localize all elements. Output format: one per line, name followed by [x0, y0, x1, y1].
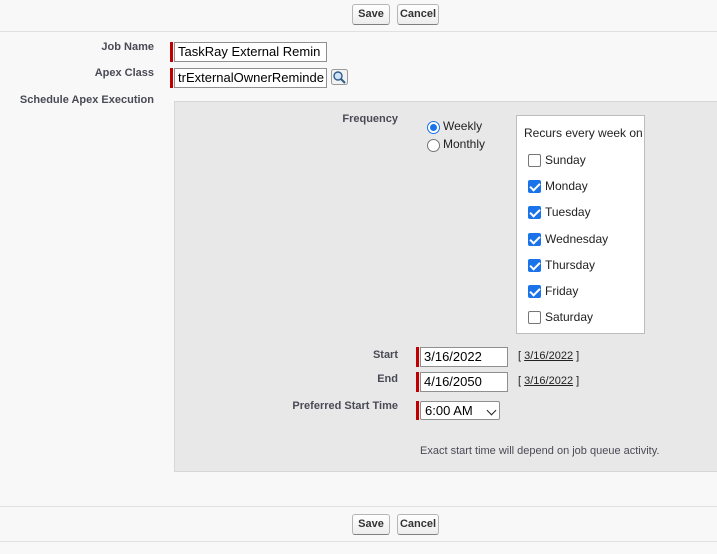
top-cancel-button[interactable]: Cancel	[397, 4, 439, 25]
frequency-weekly-label: Weekly	[443, 119, 483, 133]
frequency-weekly-radio[interactable]	[427, 121, 440, 134]
saturday-label: Saturday	[545, 310, 594, 324]
job-queue-note: Exact start time will depend on job queu…	[420, 445, 660, 457]
frequency-monthly-label: Monthly	[443, 137, 486, 151]
apex-class-required-indicator	[170, 68, 173, 88]
preferred-start-time-label: Preferred Start Time	[292, 400, 398, 412]
bottom-divider	[0, 506, 717, 507]
schedule-apex-execution-label: Schedule Apex Execution	[19, 94, 154, 106]
bottom-cancel-button[interactable]: Cancel	[397, 514, 439, 535]
start-today-link-wrapper: [ 3/16/2022 ]	[518, 350, 580, 362]
recurs-title: Recurs every week on	[524, 126, 643, 140]
frequency-monthly-radio[interactable]	[427, 139, 440, 152]
job-name-required-indicator	[170, 42, 173, 62]
chevron-down-icon	[486, 405, 497, 416]
start-required-indicator	[416, 347, 419, 367]
job-name-label: Job Name	[101, 41, 154, 53]
start-today-link[interactable]: 3/16/2022	[524, 350, 573, 362]
saturday-checkbox[interactable]	[528, 311, 541, 324]
end-date-input[interactable]: 4/16/2050	[420, 372, 508, 392]
friday-label: Friday	[545, 284, 579, 298]
sunday-checkbox[interactable]	[528, 154, 541, 167]
wednesday-checkbox[interactable]	[528, 233, 541, 246]
frequency-label: Frequency	[342, 113, 398, 125]
preferred-start-time-select[interactable]: 6:00 AM	[420, 401, 500, 420]
top-save-button[interactable]: Save	[352, 4, 390, 25]
top-divider	[0, 31, 717, 32]
end-today-link[interactable]: 3/16/2022	[524, 375, 573, 387]
friday-checkbox[interactable]	[528, 285, 541, 298]
apex-class-input[interactable]: trExternalOwnerReminde	[174, 68, 327, 88]
apex-class-label: Apex Class	[94, 67, 154, 79]
end-label: End	[377, 373, 398, 385]
preferred-start-time-value: 6:00 AM	[425, 403, 473, 418]
footer-divider	[0, 541, 717, 542]
monday-checkbox[interactable]	[528, 180, 541, 193]
end-required-indicator	[416, 372, 419, 392]
tuesday-checkbox[interactable]	[528, 206, 541, 219]
start-date-input[interactable]: 3/16/2022	[420, 347, 508, 367]
thursday-label: Thursday	[545, 258, 596, 272]
end-today-link-wrapper: [ 3/16/2022 ]	[518, 375, 580, 387]
preferred-start-time-required-indicator	[416, 401, 419, 420]
start-label: Start	[372, 349, 398, 361]
job-name-input[interactable]: TaskRay External Remin	[174, 42, 327, 62]
wednesday-label: Wednesday	[545, 232, 609, 246]
bottom-save-button[interactable]: Save	[352, 514, 390, 535]
thursday-checkbox[interactable]	[528, 259, 541, 272]
tuesday-label: Tuesday	[545, 205, 591, 219]
magnifier-lookup-icon[interactable]	[331, 69, 348, 85]
recurs-weekly-box: Recurs every week on Sunday Monday Tuesd…	[516, 115, 645, 334]
monday-label: Monday	[545, 179, 588, 193]
sunday-label: Sunday	[545, 153, 586, 167]
